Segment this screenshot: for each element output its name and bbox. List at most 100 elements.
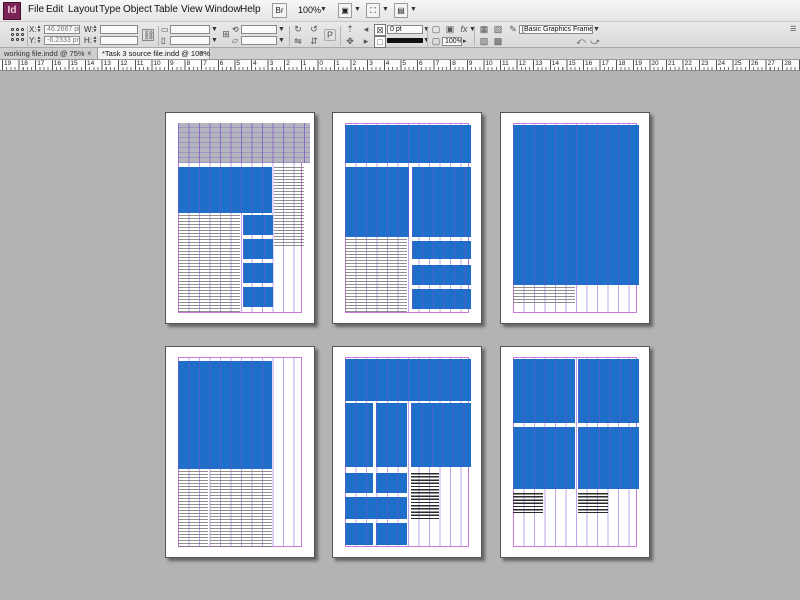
graphic-frame-small-2[interactable]	[412, 265, 471, 285]
flip-vertical-icon[interactable]: ⇵	[308, 36, 320, 48]
stroke-swatch-icon[interactable]: □	[374, 36, 386, 48]
graphic-frame-thumb-4[interactable]	[243, 287, 273, 307]
indesign-app-icon[interactable]: Id	[3, 2, 21, 20]
graphic-frame-full[interactable]	[513, 125, 639, 285]
w-spinner-icon[interactable]: ▲ ▼	[92, 25, 98, 34]
graphic-frame-small-1[interactable]	[412, 241, 471, 259]
text-frame-bars-right[interactable]	[578, 493, 608, 513]
graphic-frame-tile-5[interactable]	[376, 473, 407, 493]
graphic-frame-q1[interactable]	[513, 359, 575, 423]
scale-y-field[interactable]	[170, 36, 210, 45]
shear-dropdown-icon[interactable]: ▼	[278, 37, 285, 44]
arrange-documents-dropdown-icon[interactable]: ▼	[410, 6, 417, 13]
redefine-style-icon[interactable]: ⤻	[589, 36, 601, 48]
x-spinner-icon[interactable]: ▲ ▼	[36, 25, 42, 34]
h-spinner-icon[interactable]: ▲ ▼	[92, 36, 98, 45]
graphic-frame-left[interactable]	[345, 167, 409, 237]
graphic-frame-q2[interactable]	[578, 359, 639, 423]
tab-task-3-source-file[interactable]: *Task 3 source file.indd @ 100% ×	[98, 48, 210, 59]
graphic-frame-header[interactable]	[178, 123, 310, 163]
page-6[interactable]	[500, 346, 650, 558]
graphic-frame-tile-7[interactable]	[345, 523, 373, 545]
text-wrap-icon[interactable]: ▦	[478, 24, 490, 36]
graphic-frame-thumb-3[interactable]	[243, 263, 273, 283]
page-1[interactable]	[165, 112, 315, 324]
menu-view[interactable]: View	[181, 4, 203, 15]
close-icon[interactable]: ×	[199, 48, 204, 59]
menu-file[interactable]: File	[28, 4, 44, 15]
stroke-weight-field[interactable]: 0 pt	[387, 25, 423, 34]
view-options-icon[interactable]: ▣	[338, 3, 352, 18]
drop-shadow-icon[interactable]: ▣	[444, 24, 456, 36]
graphic-frame-right[interactable]	[412, 167, 471, 237]
select-container-icon[interactable]: ⇡	[344, 24, 356, 36]
page-3[interactable]	[500, 112, 650, 324]
constrain-proportions-icon[interactable]: ⛓	[142, 29, 154, 41]
text-wrap-around-icon[interactable]: ▧	[492, 24, 504, 36]
zoom-level[interactable]: 100%	[298, 5, 321, 15]
fill-swatch-icon[interactable]: ⊠	[374, 24, 386, 36]
page-5[interactable]	[332, 346, 482, 558]
graphic-frame-tile-6[interactable]	[345, 497, 407, 519]
select-previous-icon[interactable]: ◂	[360, 24, 372, 36]
stroke-type-preview[interactable]	[387, 38, 423, 43]
menu-edit[interactable]: Edit	[46, 4, 63, 15]
scale-x-field[interactable]	[170, 25, 210, 34]
zoom-dropdown-icon[interactable]: ▼	[320, 6, 327, 13]
effects-icon[interactable]: ▢	[430, 24, 442, 36]
opacity-field[interactable]: 100%	[442, 37, 462, 46]
page-2[interactable]	[332, 112, 482, 324]
select-content-icon[interactable]: ✥	[344, 36, 356, 48]
menu-object[interactable]: Object	[123, 4, 152, 15]
text-frame-body[interactable]	[178, 215, 240, 313]
menu-type[interactable]: Type	[99, 4, 121, 15]
bridge-button[interactable]: Br	[272, 3, 287, 18]
width-field[interactable]	[100, 25, 138, 34]
scale-x-dropdown-icon[interactable]: ▼	[211, 26, 218, 33]
object-style-dropdown-icon[interactable]: ▼	[593, 26, 600, 33]
fit-content-icon[interactable]: ▨	[478, 36, 490, 48]
graphic-frame-tile-3[interactable]	[411, 403, 471, 467]
scale-link-icon[interactable]: ⊞	[220, 29, 232, 41]
rotate-90-ccw-icon[interactable]: ↺	[308, 24, 320, 36]
graphic-frame-thumb-2[interactable]	[243, 239, 273, 259]
object-style-field[interactable]: [Basic Graphics Frame]+	[519, 25, 593, 34]
tab-working-file[interactable]: working file.indd @ 75% ×	[0, 48, 98, 59]
view-options-dropdown-icon[interactable]: ▼	[354, 6, 361, 13]
text-frame-bars[interactable]	[411, 473, 439, 519]
rotation-dropdown-icon[interactable]: ▼	[278, 26, 285, 33]
page-4[interactable]	[165, 346, 315, 558]
y-spinner-icon[interactable]: ▲ ▼	[36, 36, 42, 45]
clear-overrides-icon[interactable]: ⤺	[575, 36, 587, 48]
scale-y-dropdown-icon[interactable]: ▼	[211, 37, 218, 44]
graphic-frame-tile-4[interactable]	[345, 473, 373, 493]
text-frame-sidebar[interactable]	[274, 167, 304, 247]
horizontal-ruler[interactable]: 19 18 17 16 15 14 13 12 11 10 9 8 7 6 5 4 3 2 1 0 1 2 3 4 5 6 7 8 9 1…	[0, 60, 800, 71]
menu-table[interactable]: Table	[154, 4, 178, 15]
graphic-frame-thumb-1[interactable]	[243, 215, 273, 235]
rotation-angle-field[interactable]	[241, 25, 277, 34]
graphic-frame-q4[interactable]	[578, 427, 639, 489]
graphic-frame-q3[interactable]	[513, 427, 575, 489]
graphic-frame-banner[interactable]	[345, 125, 471, 163]
screen-mode-dropdown-icon[interactable]: ▼	[382, 6, 389, 13]
pasteboard[interactable]	[0, 71, 800, 600]
text-frame-caption[interactable]	[513, 287, 575, 305]
text-frame-col-2[interactable]	[210, 471, 272, 547]
graphic-frame-tile-1[interactable]	[345, 403, 373, 467]
menu-layout[interactable]: Layout	[68, 4, 98, 15]
opacity-dropdown-icon[interactable]: ▸	[463, 37, 467, 45]
rotate-90-cw-icon[interactable]: ↻	[292, 24, 304, 36]
menu-help[interactable]: Help	[240, 4, 261, 15]
graphic-frame-tile-8[interactable]	[376, 523, 407, 545]
flip-horizontal-icon[interactable]: ⇋	[292, 36, 304, 48]
x-position-field[interactable]: 46.2667 pm	[44, 25, 80, 34]
text-frame-bars-left[interactable]	[513, 493, 543, 513]
arrange-documents-icon[interactable]: ▤	[394, 3, 408, 18]
reference-point-icon[interactable]	[10, 27, 25, 42]
graphic-frame-main[interactable]	[178, 361, 272, 469]
y-position-field[interactable]: -6.2333 pm	[44, 36, 80, 45]
fit-frame-icon[interactable]: ▩	[492, 36, 504, 48]
close-icon[interactable]: ×	[87, 48, 92, 59]
graphic-frame-tile-2[interactable]	[376, 403, 407, 467]
